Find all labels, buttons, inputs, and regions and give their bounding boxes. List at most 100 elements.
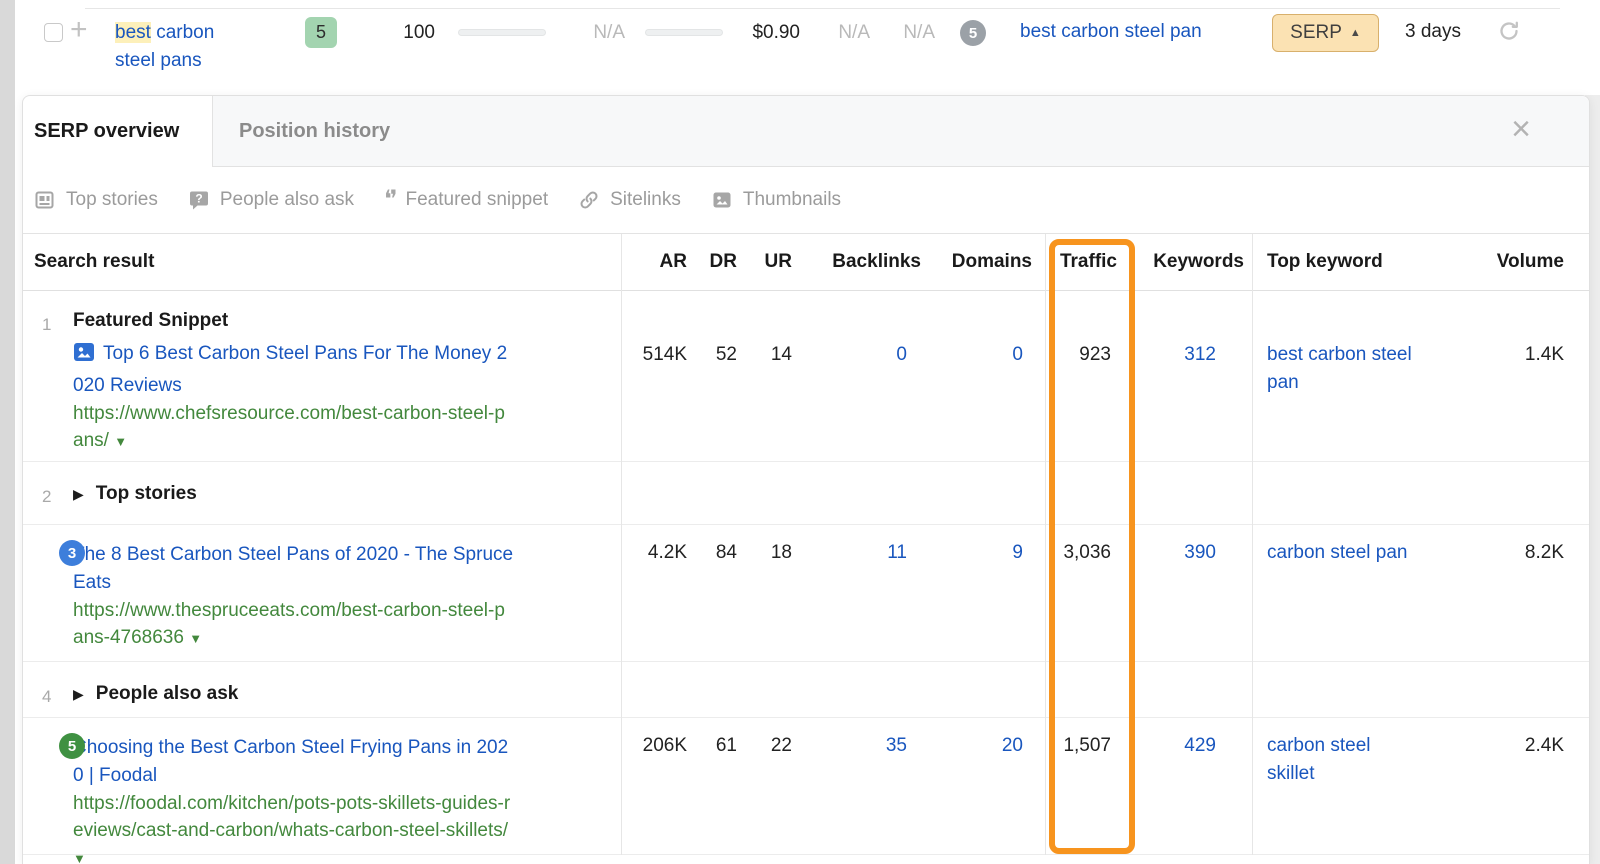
feature-sitelinks[interactable]: Sitelinks <box>578 189 681 211</box>
expand-caret-icon[interactable]: ▶ <box>73 686 84 702</box>
volume-value: 8.2K <box>1524 542 1564 563</box>
keywords-link[interactable]: 390 <box>1184 542 1216 563</box>
col-dr: DR <box>709 251 737 272</box>
clicks-value: N/A <box>593 22 625 43</box>
expand-caret-icon[interactable]: ▶ <box>73 486 84 502</box>
close-icon[interactable]: × <box>1511 104 1531 155</box>
cpc-value: $0.90 <box>752 22 800 43</box>
add-keyword-icon[interactable]: + <box>70 15 88 45</box>
result-position: 4 <box>42 687 52 706</box>
ar-value: 206K <box>642 735 687 756</box>
url-dropdown-caret[interactable]: ▼ <box>73 851 86 864</box>
col-volume: Volume <box>1496 251 1564 272</box>
result-position: 2 <box>42 487 52 506</box>
col-ur: UR <box>764 251 792 272</box>
position-badge: 3 <box>59 540 85 566</box>
traffic-value: 1,507 <box>1063 735 1111 756</box>
volume-value: 100 <box>403 22 435 43</box>
cps-value: N/A <box>838 22 870 43</box>
result-title-link[interactable]: Choosing the Best Carbon Steel Frying Pa… <box>73 737 508 786</box>
keywords-link[interactable]: 429 <box>1184 735 1216 756</box>
serp-features-badge[interactable]: 5 <box>960 20 986 46</box>
ur-value: 14 <box>770 344 792 365</box>
result-title-link[interactable]: Top 6 Best Carbon Steel Pans For The Mon… <box>73 343 507 396</box>
result-url-line: https://www.thespruceeats.com/best-carbo… <box>73 597 514 652</box>
result-url-line: https://www.chefsresource.com/best-carbo… <box>73 400 514 455</box>
top-keyword-link[interactable]: best carbon steel pan <box>1020 21 1202 43</box>
serp-button[interactable]: SERP ▲ <box>1272 14 1379 52</box>
table-row: 3 The 8 Best Carbon Steel Pans of 2020 -… <box>23 525 1589 662</box>
tab-position-history[interactable]: Position history <box>239 96 390 167</box>
keyword-link[interactable]: best carbon steel pans <box>115 19 233 75</box>
volume-value: 1.4K <box>1524 344 1564 365</box>
col-traffic: Traffic <box>1059 251 1117 272</box>
col-search-result: Search result <box>34 251 155 272</box>
col-domains: Domains <box>951 251 1032 272</box>
feature-top-stories[interactable]: Top stories <box>34 189 158 211</box>
serp-overview-panel: SERP overview Position history × Top sto… <box>22 95 1590 864</box>
result-url-line: https://foodal.com/kitchen/pots-pots-ski… <box>73 790 514 864</box>
caret-up-icon: ▲ <box>1349 27 1361 39</box>
keyword-highlight: best <box>115 22 151 43</box>
feature-featured-snippet[interactable]: ❛❜ Featured snippet <box>384 188 548 212</box>
col-ar: AR <box>659 251 687 272</box>
top-keyword-link[interactable]: carbon steel skillet <box>1267 732 1423 788</box>
thumbnails-icon <box>711 189 733 211</box>
domains-link[interactable]: 9 <box>1012 542 1023 563</box>
table-row: 5 Choosing the Best Carbon Steel Frying … <box>23 718 1589 864</box>
group-label: Top stories <box>95 483 197 504</box>
result-title: Top 6 Best Carbon Steel Pans For The Mon… <box>73 340 514 400</box>
backlinks-link[interactable]: 35 <box>886 735 907 756</box>
dr-value: 61 <box>715 735 737 756</box>
serp-features-legend: Top stories ? People also ask ❛❜ Feature… <box>23 167 1589 234</box>
sitelinks-icon <box>578 189 600 211</box>
result-url[interactable]: https://www.chefsresource.com/best-carbo… <box>73 403 505 451</box>
col-backlinks: Backlinks <box>832 251 921 272</box>
col-keywords: Keywords <box>1153 251 1244 272</box>
keywords-link[interactable]: 312 <box>1184 344 1216 365</box>
keyword-row: + best carbon steel pans 5 100 N/A $0.90… <box>15 0 1600 90</box>
backlinks-link[interactable]: 11 <box>887 542 907 563</box>
dr-value: 52 <box>715 344 737 365</box>
panel-tab-bar: SERP overview Position history × <box>23 96 1589 167</box>
ar-value: 514K <box>642 344 687 365</box>
serp-feature-label: Featured Snippet <box>73 310 229 331</box>
row-top-divider <box>85 8 1560 9</box>
serp-table: Search result AR DR UR Backlinks Domains… <box>23 234 1589 864</box>
people-also-ask-icon: ? <box>188 189 210 211</box>
result-title-link[interactable]: The 8 Best Carbon Steel Pans of 2020 - T… <box>73 544 513 593</box>
url-dropdown-caret[interactable]: ▼ <box>114 434 127 449</box>
top-keyword-link[interactable]: carbon steel pan <box>1267 539 1423 567</box>
updated-value: 3 days <box>1405 21 1461 42</box>
result-url[interactable]: https://www.thespruceeats.com/best-carbo… <box>73 600 505 648</box>
col-top-keyword: Top keyword <box>1267 251 1383 272</box>
domains-link[interactable]: 0 <box>1012 344 1023 365</box>
dr-value: 84 <box>715 542 737 563</box>
table-header-row: Search result AR DR UR Backlinks Domains… <box>23 234 1589 291</box>
ar-value: 4.2K <box>647 542 687 563</box>
tab-serp-overview[interactable]: SERP overview <box>23 96 213 167</box>
feature-people-also-ask[interactable]: ? People also ask <box>188 189 354 211</box>
table-row: 1 Featured Snippet Top 6 Best Carbon Ste… <box>23 291 1589 462</box>
thumbnail-icon <box>73 341 95 372</box>
ur-value: 22 <box>770 735 792 756</box>
result-url[interactable]: https://foodal.com/kitchen/pots-pots-ski… <box>73 793 510 841</box>
ur-value: 18 <box>770 542 792 563</box>
rr-value: N/A <box>903 22 935 43</box>
result-position: 1 <box>42 315 52 334</box>
svg-text:?: ? <box>195 192 202 206</box>
domains-link[interactable]: 20 <box>1002 735 1023 756</box>
keyword-checkbox[interactable] <box>44 23 63 42</box>
table-row-group[interactable]: 2 ▶ Top stories <box>23 462 1589 525</box>
traffic-value: 3,036 <box>1063 542 1111 563</box>
top-keyword-link[interactable]: best carbon steel pan <box>1267 341 1423 397</box>
feature-thumbnails[interactable]: Thumbnails <box>711 189 841 211</box>
position-badge: 5 <box>59 733 85 759</box>
group-label: People also ask <box>95 683 239 704</box>
kd-badge: 5 <box>305 17 337 48</box>
result-title: Choosing the Best Carbon Steel Frying Pa… <box>73 734 514 790</box>
refresh-icon[interactable] <box>1497 19 1521 49</box>
table-row-group[interactable]: 4 ▶ People also ask <box>23 662 1589 718</box>
url-dropdown-caret[interactable]: ▼ <box>189 631 202 646</box>
backlinks-link[interactable]: 0 <box>896 344 907 365</box>
